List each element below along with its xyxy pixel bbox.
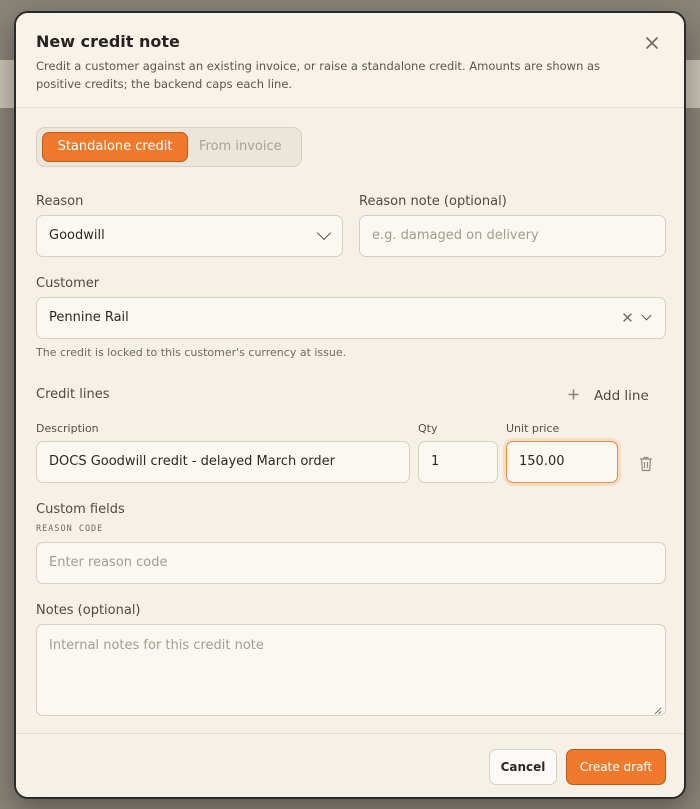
line-qty-input[interactable]: 1 bbox=[418, 441, 498, 483]
dialog-header: New credit note Credit a customer agains… bbox=[16, 13, 684, 108]
add-line-label: Add line bbox=[594, 388, 649, 404]
custom-fields-label: Custom fields bbox=[36, 502, 125, 517]
line-unit-price-input[interactable]: 150.00 bbox=[506, 441, 618, 483]
line-description-value: DOCS Goodwill credit - delayed March ord… bbox=[49, 454, 335, 469]
cancel-button[interactable]: Cancel bbox=[489, 749, 557, 785]
tab-from-invoice[interactable]: From invoice bbox=[199, 132, 291, 162]
tab-standalone-credit[interactable]: Standalone credit bbox=[42, 132, 188, 162]
chevron-down-icon bbox=[641, 310, 652, 321]
chevron-down-icon bbox=[316, 225, 332, 241]
customer-label: Customer bbox=[36, 276, 100, 291]
dialog-description: Credit a customer against an existing in… bbox=[36, 59, 601, 91]
reason-note-label: Reason note (optional) bbox=[359, 194, 507, 209]
reason-select[interactable]: Goodwill bbox=[36, 215, 343, 257]
reason-value: Goodwill bbox=[49, 228, 105, 243]
reason-code-placeholder: Enter reason code bbox=[49, 555, 168, 570]
customer-value: Pennine Rail bbox=[49, 310, 129, 325]
line-description-input[interactable]: DOCS Goodwill credit - delayed March ord… bbox=[36, 441, 410, 483]
qty-column-label: Qty bbox=[418, 422, 438, 435]
trash-icon[interactable] bbox=[639, 456, 653, 472]
reason-note-input[interactable]: e.g. damaged on delivery bbox=[359, 215, 666, 257]
description-column-label: Description bbox=[36, 422, 99, 435]
reason-note-placeholder: e.g. damaged on delivery bbox=[372, 228, 539, 243]
add-line-button[interactable]: Add line bbox=[568, 386, 649, 404]
reason-code-label: REASON CODE bbox=[36, 524, 104, 534]
line-qty-value: 1 bbox=[431, 454, 440, 469]
dialog-title: New credit note bbox=[36, 32, 180, 51]
notes-textarea[interactable]: Internal notes for this credit note bbox=[36, 624, 666, 716]
reason-label: Reason bbox=[36, 194, 84, 209]
credit-mode-toggle: Standalone credit From invoice bbox=[36, 127, 302, 167]
credit-note-dialog: New credit note Credit a customer agains… bbox=[14, 11, 686, 799]
customer-currency-hint: The credit is locked to this customer's … bbox=[36, 346, 347, 359]
close-icon[interactable] bbox=[643, 34, 661, 52]
notes-placeholder: Internal notes for this credit note bbox=[49, 638, 264, 653]
customer-select[interactable]: Pennine Rail bbox=[36, 297, 666, 339]
dialog-footer: Cancel Create draft bbox=[16, 733, 684, 797]
credit-lines-label: Credit lines bbox=[36, 387, 110, 402]
unit-price-column-label: Unit price bbox=[506, 422, 560, 435]
resize-handle-icon[interactable] bbox=[654, 704, 662, 715]
line-unit-price-value: 150.00 bbox=[519, 454, 565, 469]
create-draft-button[interactable]: Create draft bbox=[566, 749, 666, 785]
clear-icon[interactable] bbox=[623, 312, 632, 324]
plus-icon bbox=[568, 386, 586, 404]
notes-label: Notes (optional) bbox=[36, 603, 141, 618]
reason-code-input[interactable]: Enter reason code bbox=[36, 542, 666, 584]
